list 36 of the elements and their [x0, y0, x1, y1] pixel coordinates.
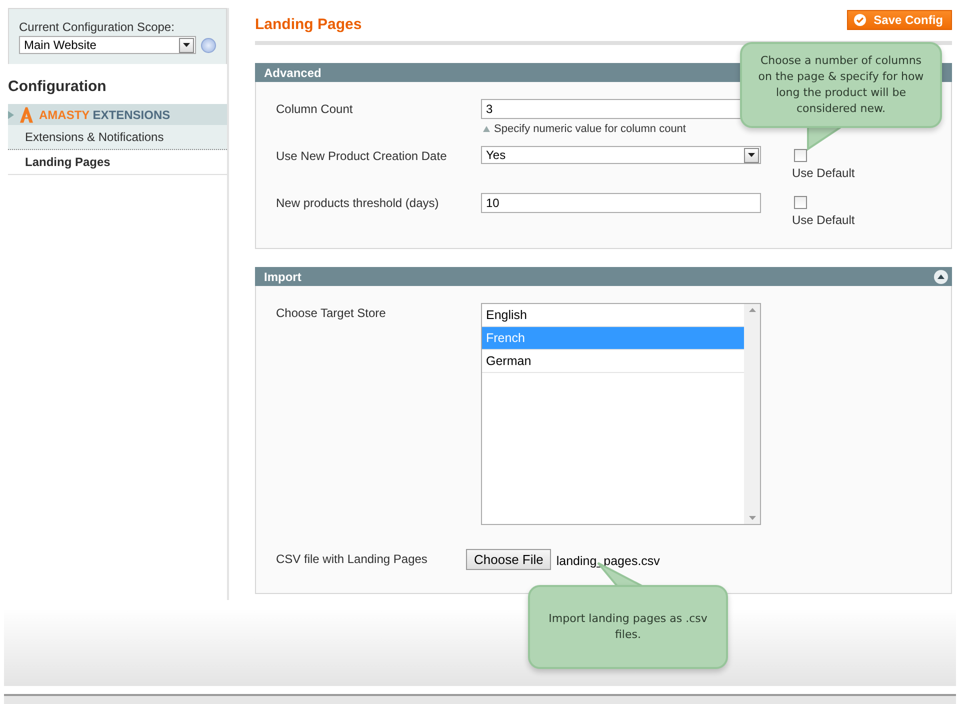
caret-icon	[744, 148, 759, 162]
choose-file-button[interactable]: Choose File	[466, 549, 552, 570]
section-title: Advanced	[264, 66, 322, 80]
checkbox-label: Use Default	[792, 166, 855, 180]
scroll-down-icon[interactable]	[748, 516, 756, 520]
scroll-up-icon[interactable]	[748, 308, 756, 312]
section-title: Import	[264, 270, 302, 284]
caret-icon	[179, 38, 194, 52]
page-title: Landing Pages	[255, 14, 362, 32]
field-label: CSV file with Landing Pages	[276, 551, 428, 566]
scrollbar[interactable]	[744, 304, 760, 524]
text-field[interactable]: 10	[481, 193, 761, 213]
store-listbox[interactable]: English French German	[481, 303, 761, 525]
help-icon[interactable]	[201, 38, 216, 52]
checkbox-label: Use Default	[792, 213, 855, 227]
use-default-checkbox[interactable]	[794, 149, 807, 162]
callout-tooltip: Choose a number of columns on the page & specify for how long the product will be considered new.	[740, 42, 942, 128]
section-header[interactable]: Import	[255, 267, 952, 286]
field-label: Use New Product Creation Date	[276, 148, 448, 165]
expand-arrow-icon	[8, 110, 14, 118]
field-label: Choose Target Store	[276, 305, 387, 322]
sidebar-group[interactable]: AMASTY EXTENSIONS	[8, 104, 227, 125]
use-default-checkbox[interactable]	[794, 196, 807, 209]
group-label: AMASTY EXTENSIONS	[39, 108, 170, 122]
scope-select[interactable]: Main Website	[19, 36, 196, 54]
sidebar-item[interactable]: Extensions & Notifications	[8, 125, 227, 150]
collapse-icon[interactable]	[934, 270, 948, 284]
triangle-icon	[483, 126, 490, 132]
check-icon	[854, 14, 866, 26]
select-field[interactable]: Yes	[481, 146, 761, 164]
scope-label: Current Configuration Scope:	[19, 20, 176, 34]
field-label: Column Count	[276, 101, 354, 118]
sidebar-title: Configuration	[8, 77, 108, 97]
file-name: landing_pages.csv	[555, 553, 660, 568]
logo-icon	[20, 106, 33, 122]
field-label: New products threshold (days)	[276, 195, 440, 212]
